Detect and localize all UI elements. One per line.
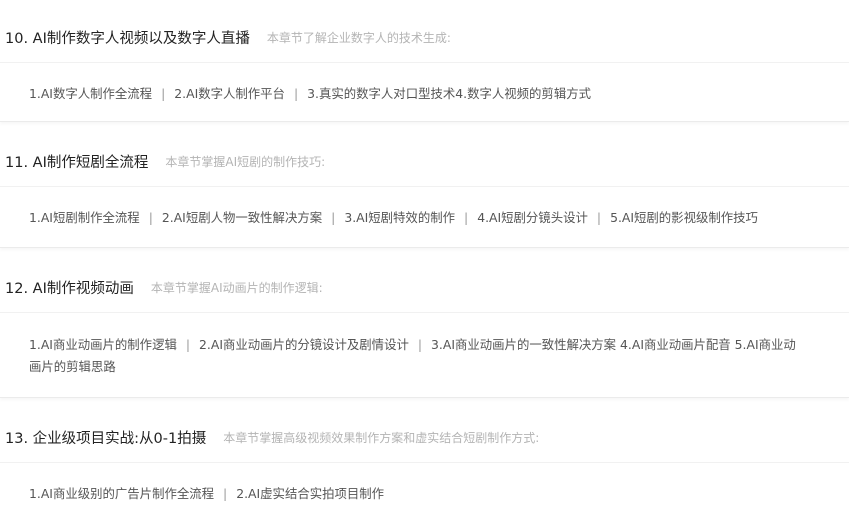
chapter-description: 本章节掌握AI短剧的制作技巧: <box>165 154 326 169</box>
topic-separator: | <box>161 86 166 101</box>
chapter-12: 12. AI制作视频动画 本章节掌握AI动画片的制作逻辑: <box>0 262 849 312</box>
chapter-10: 10. AI制作数字人视频以及数字人直播 本章节了解企业数字人的技术生成: <box>0 12 849 62</box>
topic-item: 2.AI短剧人物一致性解决方案 <box>161 210 323 225</box>
topic-separator: | <box>331 210 336 225</box>
topic-item: 1.AI数字人制作全流程 <box>29 86 153 101</box>
topic-separator: | <box>223 486 228 501</box>
chapter-header: 12. AI制作视频动画 本章节掌握AI动画片的制作逻辑: <box>0 262 849 312</box>
chapter-13-topics: 1.AI商业级别的广告片制作全流程 | 2.AI虚实结合实拍项目制作 <box>0 462 849 520</box>
topic-separator: | <box>185 337 191 352</box>
chapter-title: 11. AI制作短剧全流程 <box>5 154 149 171</box>
topic-item: 3.AI短剧特效的制作 <box>344 210 455 225</box>
chapter-title: 13. 企业级项目实战:从0-1拍摄 <box>5 430 207 447</box>
topic-item: 2.AI数字人制作平台 <box>174 86 285 101</box>
topic-separator: | <box>464 210 469 225</box>
topic-item: 1.AI商业动画片的制作逻辑 <box>29 337 177 352</box>
topic-item: 1.AI短剧制作全流程 <box>29 210 140 225</box>
topic-item: 3.真实的数字人对口型技术4.数字人视频的剪辑方式 <box>307 86 591 101</box>
topic-item: 2.AI商业动画片的分镜设计及剧情设计 <box>199 337 409 352</box>
chapter-description: 本章节掌握高级视频效果制作方案和虚实结合短剧制作方式: <box>223 430 540 445</box>
chapter-header: 13. 企业级项目实战:从0-1拍摄 本章节掌握高级视频效果制作方案和虚实结合短… <box>0 412 849 462</box>
topic-separator: | <box>596 210 602 225</box>
chapter-description: 本章节掌握AI动画片的制作逻辑: <box>150 280 323 295</box>
topic-separator: | <box>417 337 423 352</box>
chapter-header: 10. AI制作数字人视频以及数字人直播 本章节了解企业数字人的技术生成: <box>0 12 849 62</box>
topic-item: 2.AI虚实结合实拍项目制作 <box>236 486 385 501</box>
topic-item: 5.AI短剧的影视级制作技巧 <box>610 210 758 225</box>
chapter-10-topics: 1.AI数字人制作全流程 | 2.AI数字人制作平台 | 3.真实的数字人对口型技术4.… <box>0 62 849 122</box>
topic-separator: | <box>293 86 299 101</box>
chapter-title: 12. AI制作视频动画 <box>5 280 134 297</box>
topic-separator: | <box>148 210 153 225</box>
chapter-description: 本章节了解企业数字人的技术生成: <box>266 30 451 45</box>
chapter-header: 11. AI制作短剧全流程 本章节掌握AI短剧的制作技巧: <box>0 136 849 186</box>
chapter-12-topics: 1.AI商业动画片的制作逻辑 | 2.AI商业动画片的分镜设计及剧情设计 | 3.AI商… <box>0 312 849 398</box>
chapter-11: 11. AI制作短剧全流程 本章节掌握AI短剧的制作技巧: <box>0 136 849 186</box>
topic-item: 1.AI商业级别的广告片制作全流程 <box>29 486 215 501</box>
topic-item: 4.AI短剧分镜头设计 <box>477 210 588 225</box>
chapter-11-topics: 1.AI短剧制作全流程 | 2.AI短剧人物一致性解决方案 | 3.AI短剧特效的制作 |… <box>0 186 849 248</box>
chapter-title: 10. AI制作数字人视频以及数字人直播 <box>5 30 250 47</box>
chapter-13: 13. 企业级项目实战:从0-1拍摄 本章节掌握高级视频效果制作方案和虚实结合短… <box>0 412 849 462</box>
